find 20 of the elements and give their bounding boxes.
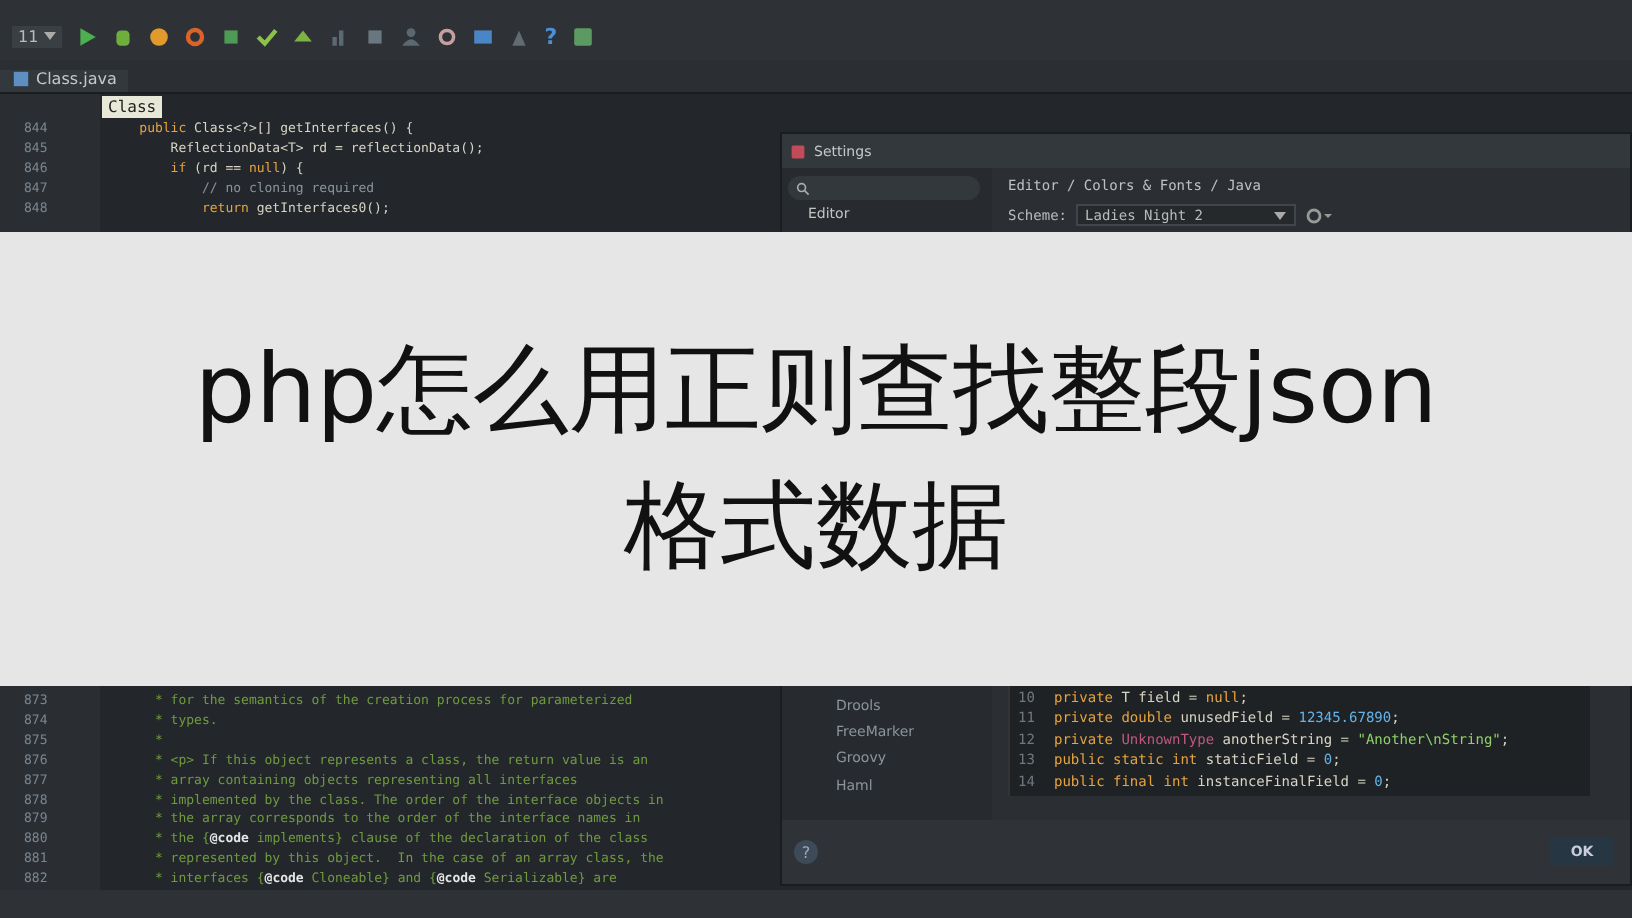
square-icon[interactable] [220, 25, 243, 47]
file-icon [12, 70, 30, 88]
check-icon[interactable] [256, 25, 279, 47]
banner-title: php怎么用正则查找整段json格式数据 [192, 332, 1440, 585]
search-icon [796, 181, 810, 195]
caret-icon [1273, 211, 1286, 219]
help-button[interactable]: ? [794, 840, 818, 864]
tab-label: Class.java [36, 70, 117, 88]
caret-icon [44, 32, 57, 40]
run-config-dropdown[interactable]: 11 [12, 25, 63, 47]
arrow-icon[interactable] [292, 25, 315, 47]
help-icon[interactable]: ? [544, 23, 558, 49]
editor-tab[interactable]: Class.java [0, 70, 129, 92]
gear-icon[interactable] [1303, 205, 1332, 225]
play-icon[interactable] [76, 25, 99, 47]
ring-icon[interactable] [184, 25, 207, 47]
tooltip: Class [102, 96, 163, 118]
search-field[interactable] [788, 176, 980, 200]
app-icon [790, 143, 806, 159]
circle-icon[interactable] [148, 25, 171, 47]
